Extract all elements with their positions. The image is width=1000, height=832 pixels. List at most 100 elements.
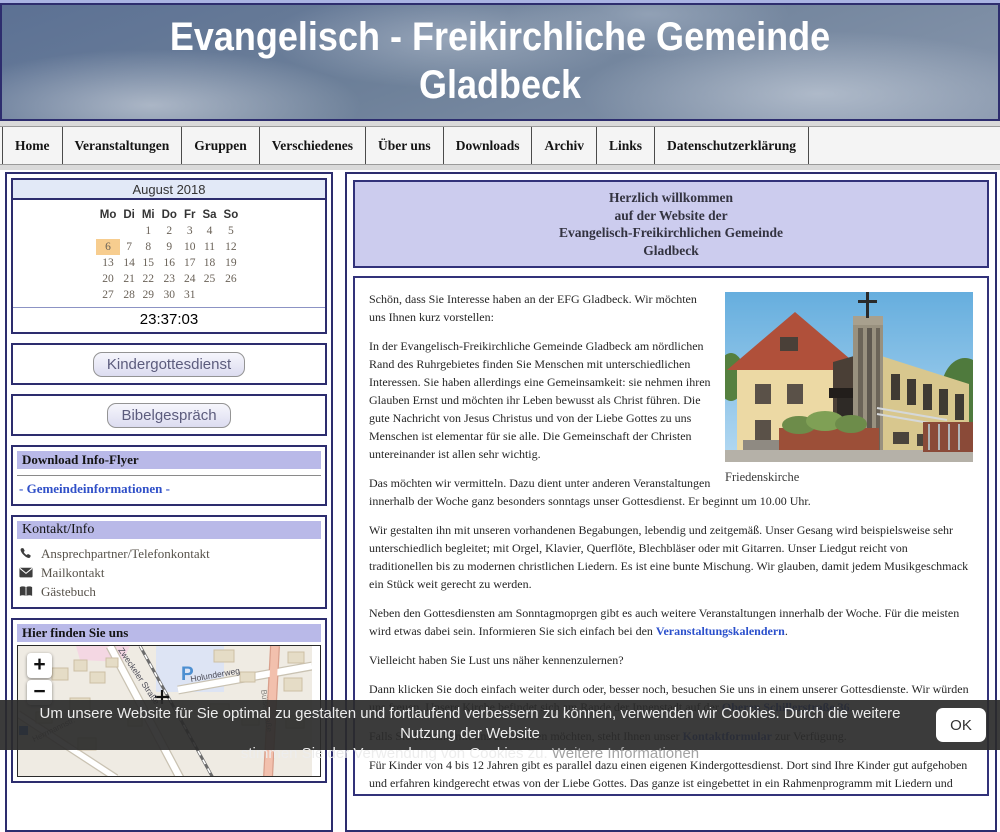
calendar-day[interactable]: 6 [96,239,120,255]
bibelgespraech-button[interactable]: Bibelgespräch [107,403,230,428]
parking-icon: P [181,664,194,685]
calendar-day[interactable]: 9 [158,239,180,255]
kontakt-item-label: Ansprechpartner/Telefonkontakt [41,546,210,562]
cookie-banner: Um unsere Website für Sie optimal zu ges… [0,700,1000,750]
bibelgespraech-section: Bibelgespräch [11,394,327,436]
paragraph: Neben den Gottesdiensten am Sonntagmoprg… [369,604,973,640]
calendar-day[interactable]: 21 [120,271,139,287]
calendar-day[interactable]: 17 [180,255,199,271]
text-link[interactable]: Veranstaltungskalendern [656,624,785,638]
calendar-day[interactable]: 31 [180,287,199,303]
welcome-line: Evangelisch-Freikirchlichen Gemeinde [359,224,983,242]
nav-item-über-uns[interactable]: Über uns [366,127,444,164]
weekday-header: Do [158,207,180,223]
kontakt-section-title: Kontakt/Info [17,521,321,539]
map-zoom-in-button[interactable]: + [27,653,52,678]
calendar-day[interactable]: 4 [199,223,220,239]
calendar-empty-cell [199,287,220,303]
guestbook-icon [19,585,33,598]
calendar-day[interactable]: 10 [180,239,199,255]
kontakt-list: Ansprechpartner/Telefonkontakt Mailkonta… [17,544,321,601]
weekday-header: Fr [180,207,199,223]
download-section: Download Info-Flyer - Gemeindeinformatio… [11,445,327,506]
weekday-header: Di [120,207,139,223]
welcome-box: Herzlich willkommen auf der Website der … [353,180,989,268]
calendar-day[interactable]: 16 [158,255,180,271]
welcome-line: Herzlich willkommen [359,189,983,207]
weekday-header: Mi [138,207,158,223]
nav-item-veranstaltungen[interactable]: Veranstaltungen [63,127,183,164]
nav-item-links[interactable]: Links [597,127,655,164]
nav-item-downloads[interactable]: Downloads [444,127,533,164]
site-header: Evangelisch - Freikirchliche GemeindeGla… [0,3,1000,121]
calendar-day[interactable]: 15 [138,255,158,271]
main-nav: HomeVeranstaltungenGruppenVerschiedenesÜ… [0,126,1000,165]
calendar-widget: August 2018 MoDiMiDoFrSaSo12345678910111… [11,178,327,334]
kontakt-item-label: Mailkontakt [41,565,105,581]
calendar-day[interactable]: 11 [199,239,220,255]
mail-icon [19,566,33,579]
title-line-1: Evangelisch - Freikirchliche Gemeinde [170,15,830,59]
title-line-2: Gladbeck [419,63,581,107]
kindergottesdienst-section: Kindergottesdienst [11,343,327,385]
nav-item-archiv[interactable]: Archiv [532,127,597,164]
calendar-day[interactable]: 5 [220,223,242,239]
calendar-grid: MoDiMiDoFrSaSo12345678910111213141516171… [96,207,242,303]
page-title: Evangelisch - Freikirchliche GemeindeGla… [52,5,948,109]
kontakt-item-label: Gästebuch [41,584,96,600]
cookie-text-line-2: stimmen Sie der Verwendung von Cookies z… [241,745,552,762]
welcome-line: auf der Website der [359,207,983,225]
nav-item-datenschutzerklärung[interactable]: Datenschutzerklärung [655,127,809,164]
church-figure: Friedenskirche [725,292,973,485]
kindergottesdienst-button[interactable]: Kindergottesdienst [93,352,245,377]
calendar-day[interactable]: 2 [158,223,180,239]
calendar-day[interactable]: 20 [96,271,120,287]
kontakt-item-mail[interactable]: Mailkontakt [19,563,319,582]
clock: 23:37:03 [13,307,325,332]
calendar-day[interactable]: 22 [138,271,158,287]
church-photo-caption: Friedenskirche [725,470,973,485]
weekday-header: Mo [96,207,120,223]
download-section-title: Download Info-Flyer [17,451,321,469]
weekday-header: Sa [199,207,220,223]
calendar-day[interactable]: 26 [220,271,242,287]
calendar-day[interactable]: 12 [220,239,242,255]
calendar-day[interactable]: 19 [220,255,242,271]
weekday-header: So [220,207,242,223]
cookie-ok-button[interactable]: OK [936,708,986,742]
weitere-informationen-link[interactable]: Weitere Informationen [552,745,699,762]
welcome-line: Gladbeck [359,242,983,260]
calendar-day[interactable]: 27 [96,287,120,303]
calendar-day[interactable]: 29 [138,287,158,303]
calendar-day[interactable]: 30 [158,287,180,303]
calendar-day[interactable]: 7 [120,239,139,255]
phone-icon [19,547,33,560]
calendar-day[interactable]: 28 [120,287,139,303]
calendar-day[interactable]: 8 [138,239,158,255]
nav-item-gruppen[interactable]: Gruppen [182,127,260,164]
paragraph: Vielleicht haben Sie Lust uns näher kenn… [369,651,973,669]
content: August 2018 MoDiMiDoFrSaSo12345678910111… [0,170,1000,750]
calendar-empty-cell [96,223,120,239]
divider [17,475,321,476]
cookie-text-line-1: Um unsere Website für Sie optimal zu ges… [40,705,901,742]
calendar-empty-cell [220,287,242,303]
calendar-day[interactable]: 14 [120,255,139,271]
gemeindeinformationen-link[interactable]: - Gemeindeinformationen - [17,481,321,500]
cookie-banner-text: Um unsere Website für Sie optimal zu ges… [0,700,1000,764]
nav-item-home[interactable]: Home [2,127,63,164]
kontakt-item-gaestebuch[interactable]: Gästebuch [19,582,319,601]
calendar-day[interactable]: 25 [199,271,220,287]
calendar-day[interactable]: 18 [199,255,220,271]
calendar-day[interactable]: 13 [96,255,120,271]
calendar-day[interactable]: 3 [180,223,199,239]
calendar-month-title: August 2018 [13,180,325,200]
calendar-day[interactable]: 1 [138,223,158,239]
calendar-day[interactable]: 23 [158,271,180,287]
calendar-empty-cell [120,223,139,239]
nav-item-verschiedenes[interactable]: Verschiedenes [260,127,366,164]
kontakt-item-telefon[interactable]: Ansprechpartner/Telefonkontakt [19,544,319,563]
paragraph: Wir gestalten ihn mit unseren vorhandene… [369,521,973,593]
calendar-day[interactable]: 24 [180,271,199,287]
kontakt-section: Kontakt/Info Ansprechpartner/Telefonkont… [11,515,327,609]
